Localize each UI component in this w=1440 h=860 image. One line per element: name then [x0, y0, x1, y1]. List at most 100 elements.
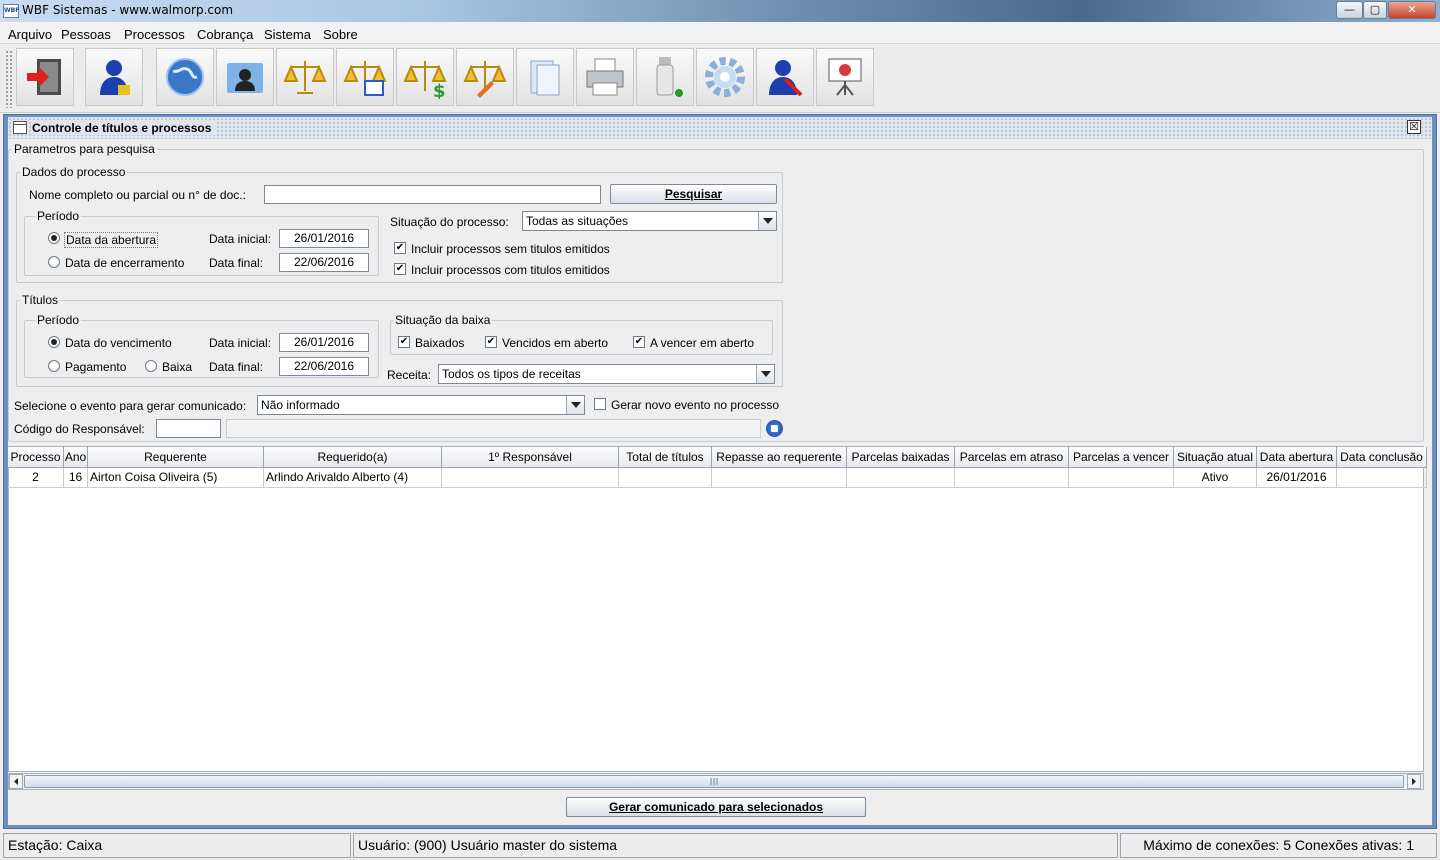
write-off-status-label: Situação da baixa	[393, 313, 493, 327]
table-cell[interactable]: 2	[8, 468, 64, 488]
menu-sistema[interactable]: Sistema	[264, 27, 311, 42]
window-frame-icon	[13, 121, 27, 134]
titles-end-date-input[interactable]: 22/06/2016	[279, 357, 369, 376]
toolbar-grip[interactable]	[5, 50, 13, 108]
table-cell[interactable]	[712, 468, 847, 488]
user-icon[interactable]	[85, 48, 143, 106]
internal-frame-close-icon[interactable]: ☒	[1407, 120, 1421, 134]
column-header[interactable]: Parcelas baixadas	[847, 447, 955, 468]
due-date-label[interactable]: Data do vencimento	[65, 336, 172, 350]
payment-radio[interactable]	[48, 360, 60, 372]
column-header[interactable]: Parcelas a vencer	[1069, 447, 1174, 468]
minimize-button[interactable]: —	[1336, 1, 1363, 19]
table-cell[interactable]: Ativo	[1174, 468, 1257, 488]
printer-icon[interactable]	[576, 48, 634, 106]
revenue-select[interactable]: Todos os tipos de receitas	[438, 364, 775, 384]
results-table	[8, 446, 1424, 772]
event-select[interactable]: Não informado	[257, 395, 585, 415]
table-cell[interactable]: 16	[64, 468, 88, 488]
scroll-left-icon[interactable]	[9, 774, 23, 789]
column-header[interactable]: Situação atual	[1174, 447, 1257, 468]
generate-notice-button[interactable]: Gerar comunicado para selecionados	[566, 797, 866, 817]
responsible-code-input[interactable]	[156, 419, 221, 438]
table-cell[interactable]	[955, 468, 1069, 488]
write-off-label[interactable]: Baixa	[162, 360, 192, 374]
usb-drive-icon[interactable]	[636, 48, 694, 106]
to-expire-checkbox[interactable]: ✔	[633, 336, 645, 348]
internal-frame-titlebar[interactable]	[8, 117, 1432, 139]
column-header[interactable]: Data abertura	[1257, 447, 1337, 468]
written-off-label[interactable]: Baixados	[415, 336, 464, 350]
scales-edit-icon[interactable]	[456, 48, 514, 106]
lookup-stop-icon[interactable]	[766, 420, 783, 437]
responsible-name-field	[226, 419, 761, 438]
opening-date-label[interactable]: Data da abertura	[64, 232, 159, 248]
user-edit-icon[interactable]	[756, 48, 814, 106]
column-header[interactable]: Total de títulos	[619, 447, 712, 468]
with-titles-label[interactable]: Incluir processos com titulos emitidos	[411, 263, 610, 277]
table-cell[interactable]: 26/01/2016	[1257, 468, 1337, 488]
table-cell[interactable]: Airton Coisa Oliveira (5)	[88, 468, 264, 488]
menu-processos[interactable]: Processos	[124, 27, 185, 42]
scales-icon[interactable]	[276, 48, 334, 106]
column-header[interactable]: Processo	[8, 447, 64, 468]
column-header[interactable]: Parcelas em atraso	[955, 447, 1069, 468]
globe-icon[interactable]	[156, 48, 214, 106]
table-cell[interactable]	[442, 468, 619, 488]
without-titles-checkbox[interactable]: ✔	[394, 242, 406, 254]
with-titles-checkbox[interactable]: ✔	[394, 263, 406, 275]
scroll-right-icon[interactable]	[1407, 774, 1421, 789]
close-window-button[interactable]: ✕	[1388, 1, 1436, 19]
opening-date-radio[interactable]	[48, 232, 60, 244]
table-cell[interactable]	[847, 468, 955, 488]
event-value: Não informado	[261, 398, 340, 412]
due-date-radio[interactable]	[48, 336, 60, 348]
column-header[interactable]: Requerido(a)	[264, 447, 442, 468]
scrollbar-thumb[interactable]	[24, 775, 1404, 788]
status-connections: Máximo de conexões: 5 Conexões ativas: 1	[1120, 833, 1437, 858]
to-expire-label[interactable]: A vencer em aberto	[650, 336, 754, 350]
overdue-checkbox[interactable]: ✔	[485, 336, 497, 348]
closing-date-radio[interactable]	[48, 256, 60, 268]
process-start-date-input[interactable]: 26/01/2016	[279, 229, 369, 248]
write-off-radio[interactable]	[145, 360, 157, 372]
payment-label[interactable]: Pagamento	[65, 360, 126, 374]
table-cell[interactable]	[1337, 468, 1427, 488]
settings-gear-icon[interactable]	[696, 48, 754, 106]
contacts-folder-icon[interactable]	[216, 48, 274, 106]
exit-icon[interactable]	[16, 48, 74, 106]
overdue-label[interactable]: Vencidos em aberto	[502, 336, 608, 350]
column-header[interactable]: Data conclusão	[1337, 447, 1427, 468]
process-end-date-input[interactable]: 22/06/2016	[279, 253, 369, 272]
without-titles-label[interactable]: Incluir processos sem titulos emitidos	[411, 242, 610, 256]
presentation-icon[interactable]	[816, 48, 874, 106]
name-search-label: Nome completo ou parcial ou n° de doc.:	[29, 188, 246, 202]
maximize-button[interactable]: ▢	[1363, 1, 1387, 19]
chevron-down-icon[interactable]	[566, 396, 584, 414]
process-status-select[interactable]: Todas as situações	[522, 211, 777, 231]
new-event-checkbox[interactable]	[594, 398, 606, 410]
table-cell[interactable]	[619, 468, 712, 488]
chevron-down-icon[interactable]	[756, 365, 774, 383]
closing-date-label[interactable]: Data de encerramento	[65, 256, 184, 270]
name-search-input[interactable]	[264, 185, 601, 204]
scales-window-icon[interactable]	[336, 48, 394, 106]
table-cell[interactable]	[1069, 468, 1174, 488]
table-cell[interactable]: Arlindo Arivaldo Alberto (4)	[264, 468, 442, 488]
menu-sobre[interactable]: Sobre	[323, 27, 358, 42]
column-header[interactable]: 1º Responsável	[442, 447, 619, 468]
chevron-down-icon[interactable]	[758, 212, 776, 230]
new-event-label[interactable]: Gerar novo evento no processo	[611, 398, 779, 412]
documents-icon[interactable]	[516, 48, 574, 106]
column-header[interactable]: Requerente	[88, 447, 264, 468]
menu-cobranca[interactable]: Cobrança	[197, 27, 253, 42]
menu-arquivo[interactable]: Arquivo	[8, 27, 52, 42]
search-button[interactable]: Pesquisar	[610, 184, 777, 204]
menu-pessoas[interactable]: Pessoas	[61, 27, 111, 42]
column-header[interactable]: Ano	[64, 447, 88, 468]
written-off-checkbox[interactable]: ✔	[398, 336, 410, 348]
scales-money-icon[interactable]: $	[396, 48, 454, 106]
titles-period-label: Período	[35, 313, 82, 327]
column-header[interactable]: Repasse ao requerente	[712, 447, 847, 468]
titles-start-date-input[interactable]: 26/01/2016	[279, 333, 369, 352]
